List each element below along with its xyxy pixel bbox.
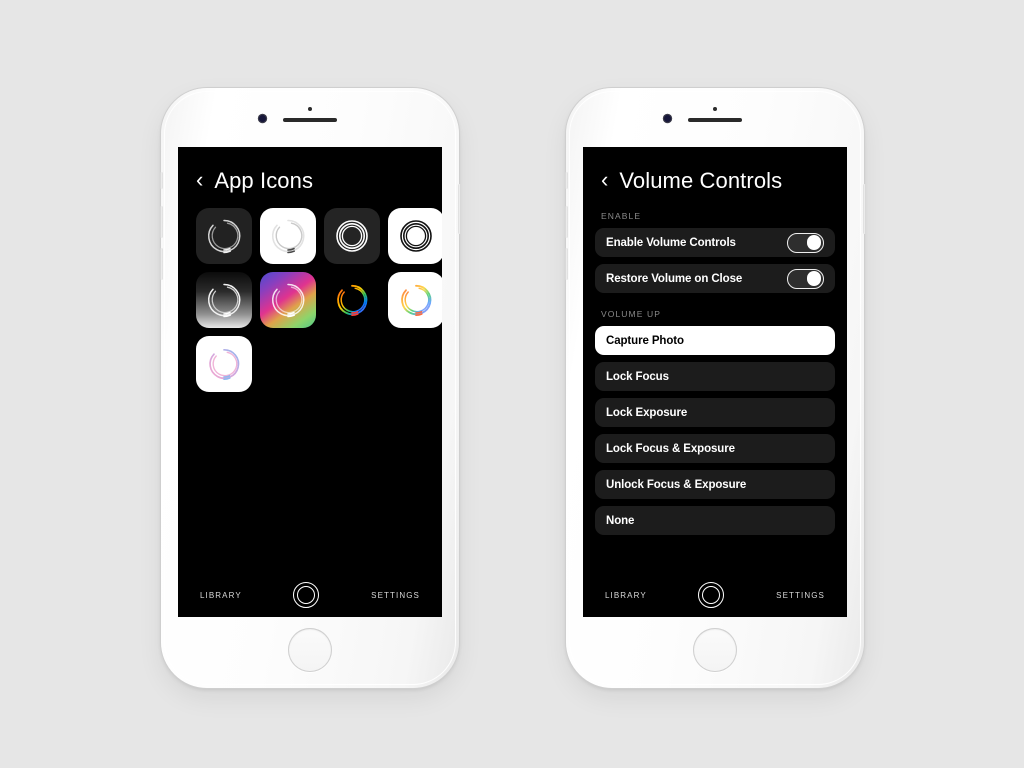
toggle-restore-volume-on-close[interactable]: [787, 268, 824, 289]
phone-left-screen: ‹ App Icons LIBRARY SETTINGS: [178, 147, 442, 617]
page-title: Volume Controls: [619, 168, 783, 193]
ring-logo-icon: [271, 219, 305, 254]
shutter-ring-icon[interactable]: [698, 582, 725, 608]
home-button[interactable]: [693, 628, 737, 672]
app-icon-option-dark[interactable]: [196, 208, 252, 264]
app-icons-nav-bar: ‹ App Icons: [178, 147, 442, 200]
phone-right-screen: ‹ Volume Controls ENABLE Enable Volume C…: [583, 147, 847, 617]
tab-settings[interactable]: SETTINGS: [371, 591, 420, 600]
ring-logo-icon: [209, 348, 240, 381]
power-button[interactable]: [457, 184, 461, 234]
volume-controls-nav-bar: ‹ Volume Controls: [583, 147, 847, 200]
app-icon-option-light[interactable]: [260, 208, 316, 264]
ring-logo-icon: [208, 283, 241, 318]
section-label-enable: ENABLE: [601, 211, 642, 221]
option-row-unlock-focus-and-exposure[interactable]: Unlock Focus & Exposure: [595, 470, 835, 499]
proximity-sensor-icon: [713, 107, 717, 111]
ring-logo-icon: [400, 220, 432, 252]
option-row-lock-focus-and-exposure[interactable]: Lock Focus & Exposure: [595, 434, 835, 463]
option-label: None: [606, 514, 635, 527]
proximity-sensor-icon: [308, 107, 312, 111]
option-label: Lock Focus & Exposure: [606, 442, 735, 455]
option-row-lock-focus[interactable]: Lock Focus: [595, 362, 835, 391]
earpiece-speaker: [688, 118, 742, 122]
chevron-left-icon[interactable]: ‹: [601, 169, 608, 191]
toggle-enable-volume-controls[interactable]: [787, 232, 824, 253]
app-icon-option-rainbow-dark[interactable]: [324, 272, 380, 328]
option-label: Lock Focus: [606, 370, 669, 383]
section-label-volume-up: VOLUME UP: [601, 309, 661, 319]
earpiece-speaker: [283, 118, 337, 122]
option-label: Capture Photo: [606, 334, 684, 347]
screenshot-canvas: ‹ App Icons LIBRARY SETTINGS ‹ Volume Co…: [0, 0, 1024, 768]
shutter-inner-ring: [702, 586, 721, 604]
tab-library[interactable]: LIBRARY: [605, 591, 647, 600]
setting-row-enable-volume-controls[interactable]: Enable Volume Controls: [595, 228, 835, 257]
ring-logo-icon: [336, 220, 368, 252]
app-icon-option-rainbow-light[interactable]: [388, 272, 442, 328]
volume-up-button[interactable]: [159, 206, 163, 238]
option-label: Unlock Focus & Exposure: [606, 478, 747, 491]
phone-right-tab-bar: LIBRARY SETTINGS: [583, 573, 847, 617]
power-button[interactable]: [862, 184, 866, 234]
volume-down-button[interactable]: [159, 248, 163, 280]
phone-left-device: ‹ App Icons LIBRARY SETTINGS: [159, 88, 461, 688]
ring-logo-icon: [208, 219, 241, 254]
tab-settings[interactable]: SETTINGS: [776, 591, 825, 600]
toggle-knob: [806, 235, 822, 250]
setting-label: Restore Volume on Close: [606, 272, 743, 285]
shutter-ring-icon[interactable]: [293, 582, 320, 608]
page-title: App Icons: [214, 168, 314, 193]
volume-down-button[interactable]: [564, 248, 568, 280]
app-icon-option-pastel-light[interactable]: [196, 336, 252, 392]
ring-logo-icon: [337, 284, 368, 317]
ring-logo-icon: [401, 284, 432, 317]
toggle-knob: [806, 271, 822, 286]
option-row-lock-exposure[interactable]: Lock Exposure: [595, 398, 835, 427]
setting-label: Enable Volume Controls: [606, 236, 736, 249]
app-icon-option-grey-gradient[interactable]: [196, 272, 252, 328]
setting-row-restore-volume-on-close[interactable]: Restore Volume on Close: [595, 264, 835, 293]
app-icon-option-light-bold[interactable]: [388, 208, 442, 264]
home-button[interactable]: [288, 628, 332, 672]
shutter-inner-ring: [297, 586, 316, 604]
chevron-left-icon[interactable]: ‹: [196, 169, 203, 191]
app-icon-grid: [178, 200, 442, 392]
phone-left-tab-bar: LIBRARY SETTINGS: [178, 573, 442, 617]
front-camera-icon: [259, 115, 266, 122]
option-label: Lock Exposure: [606, 406, 688, 419]
tab-library[interactable]: LIBRARY: [200, 591, 242, 600]
mute-switch[interactable]: [564, 172, 568, 189]
app-icon-option-dark-bold[interactable]: [324, 208, 380, 264]
ring-logo-icon: [272, 283, 305, 318]
front-camera-icon: [664, 115, 671, 122]
option-row-capture-photo[interactable]: Capture Photo: [595, 326, 835, 355]
volume-up-button[interactable]: [564, 206, 568, 238]
app-icon-option-color-gradient[interactable]: [260, 272, 316, 328]
phone-right-device: ‹ Volume Controls ENABLE Enable Volume C…: [564, 88, 866, 688]
option-row-none[interactable]: None: [595, 506, 835, 535]
settings-list: ENABLE Enable Volume Controls Restore Vo…: [583, 200, 847, 535]
mute-switch[interactable]: [159, 172, 163, 189]
